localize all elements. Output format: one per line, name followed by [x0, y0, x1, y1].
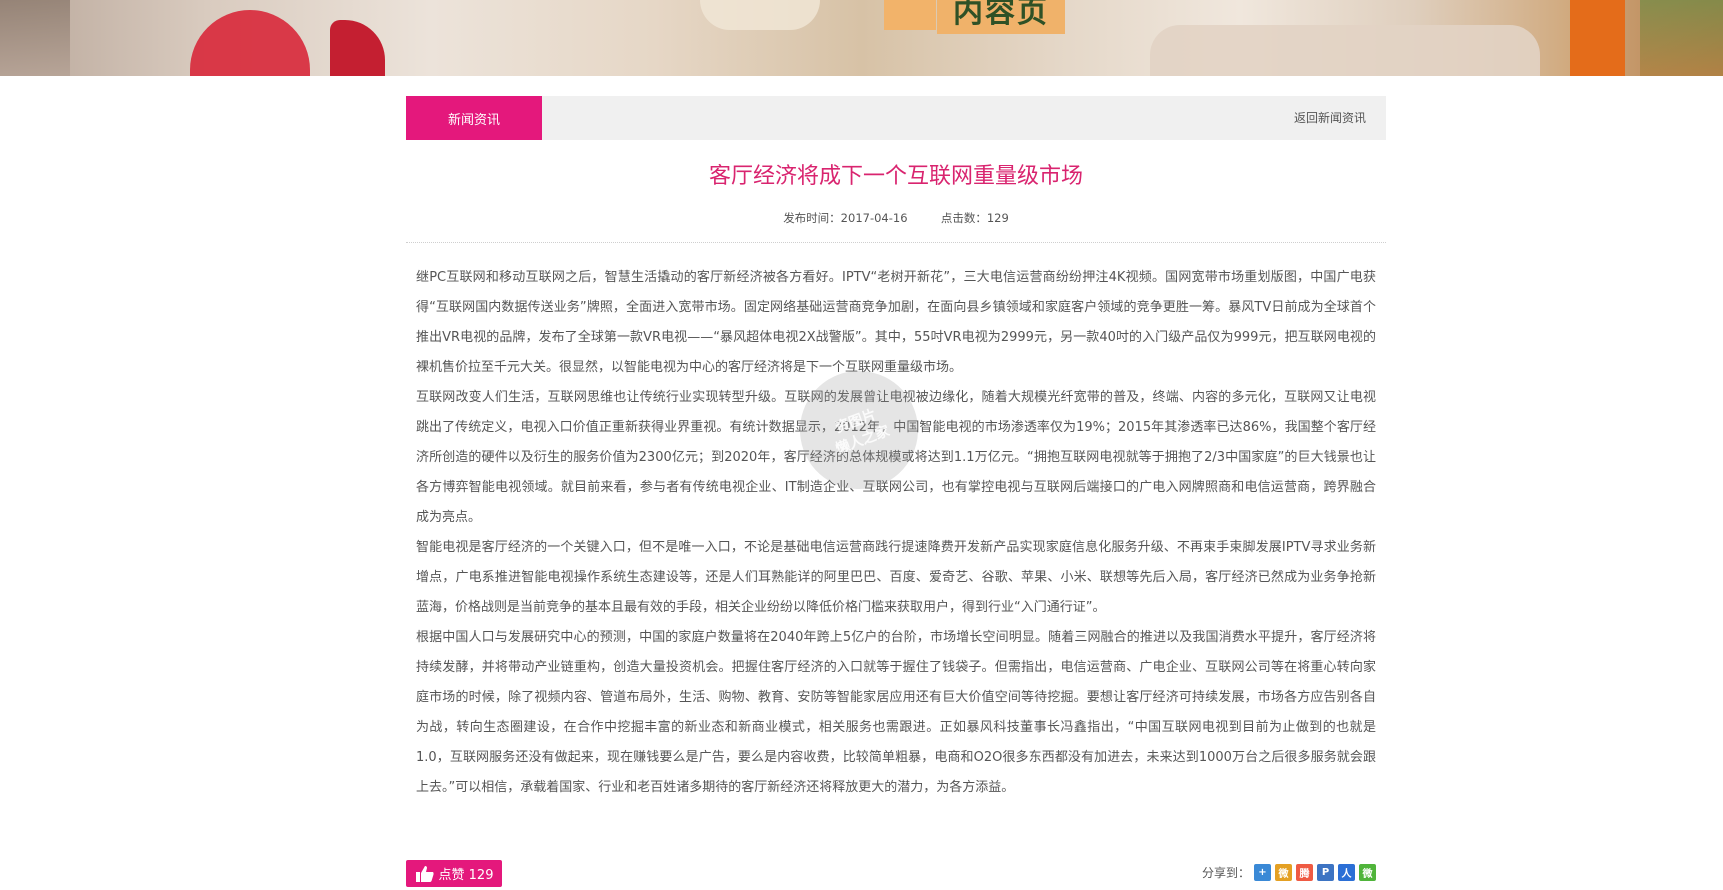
qzone-icon[interactable]: + [1254, 864, 1271, 881]
article-title: 客厅经济将成下一个互联网重量级市场 [708, 164, 1083, 189]
renren-icon[interactable]: P [1317, 864, 1334, 881]
share-label: 分享到： [1201, 866, 1250, 880]
baidu-icon[interactable]: 人 [1338, 864, 1355, 881]
top-banner: 内容页 [0, 0, 1723, 76]
banner-orange-column [1570, 0, 1625, 76]
action-row: 点赞 129 分享到： + 微 腾 P 人 微 [406, 860, 1386, 890]
banner-orange-block [884, 0, 936, 30]
article-paragraph: 智能电视是客厅经济的一个关键入口，但不是唯一入口，不论是基础电信运营商践行提速降… [416, 540, 1376, 615]
weibo-icon[interactable]: 微 [1275, 864, 1292, 881]
tencent-weibo-icon[interactable]: 腾 [1296, 864, 1313, 881]
article-paragraph: 根据中国人口与发展研究中心的预测，中国的家庭户数量将在2040年跨上5亿户的台阶… [416, 630, 1376, 795]
banner-title-block: 内容页 [937, 0, 1065, 34]
banner-tree [1640, 0, 1723, 76]
wechat-icon[interactable]: 微 [1359, 864, 1376, 881]
article-paragraph: 互联网改变人们生活，互联网思维也让传统行业实现转型升级。互联网的发展曾让电视被边… [416, 390, 1376, 525]
tab-news[interactable]: 新闻资讯 [406, 96, 542, 140]
banner-bookshelf [0, 0, 70, 76]
banner-sofa [1150, 25, 1540, 76]
tab-bar: 新闻资讯 返回新闻资讯 [406, 96, 1386, 140]
thumbs-up-icon [415, 865, 434, 882]
back-to-news-link[interactable]: 返回新闻资讯 [1294, 96, 1366, 140]
banner-red-chair-back [330, 20, 385, 76]
article-meta: 发布时间：2017-04-16 点击数：129 [406, 210, 1386, 226]
click-count: 点击数：129 [940, 211, 1009, 225]
banner-lamp [700, 0, 820, 30]
banner-title: 内容页 [953, 0, 1049, 30]
publish-time: 发布时间：2017-04-16 [783, 211, 908, 225]
article-paragraph: 继PC互联网和移动互联网之后，智慧生活撬动的客厅新经济被各方看好。IPTV“老树… [416, 270, 1376, 375]
share-bar: 分享到： + 微 腾 P 人 微 [1202, 864, 1376, 881]
banner-red-chair [190, 10, 310, 76]
main-container: 新闻资讯 返回新闻资讯 客厅经济将成下一个互联网重量级市场 发布时间：2017-… [406, 96, 1386, 887]
like-label: 点赞 129 [438, 868, 494, 883]
article-content: 继PC互联网和移动互联网之后，智慧生活撬动的客厅新经济被各方看好。IPTV“老树… [406, 243, 1386, 803]
